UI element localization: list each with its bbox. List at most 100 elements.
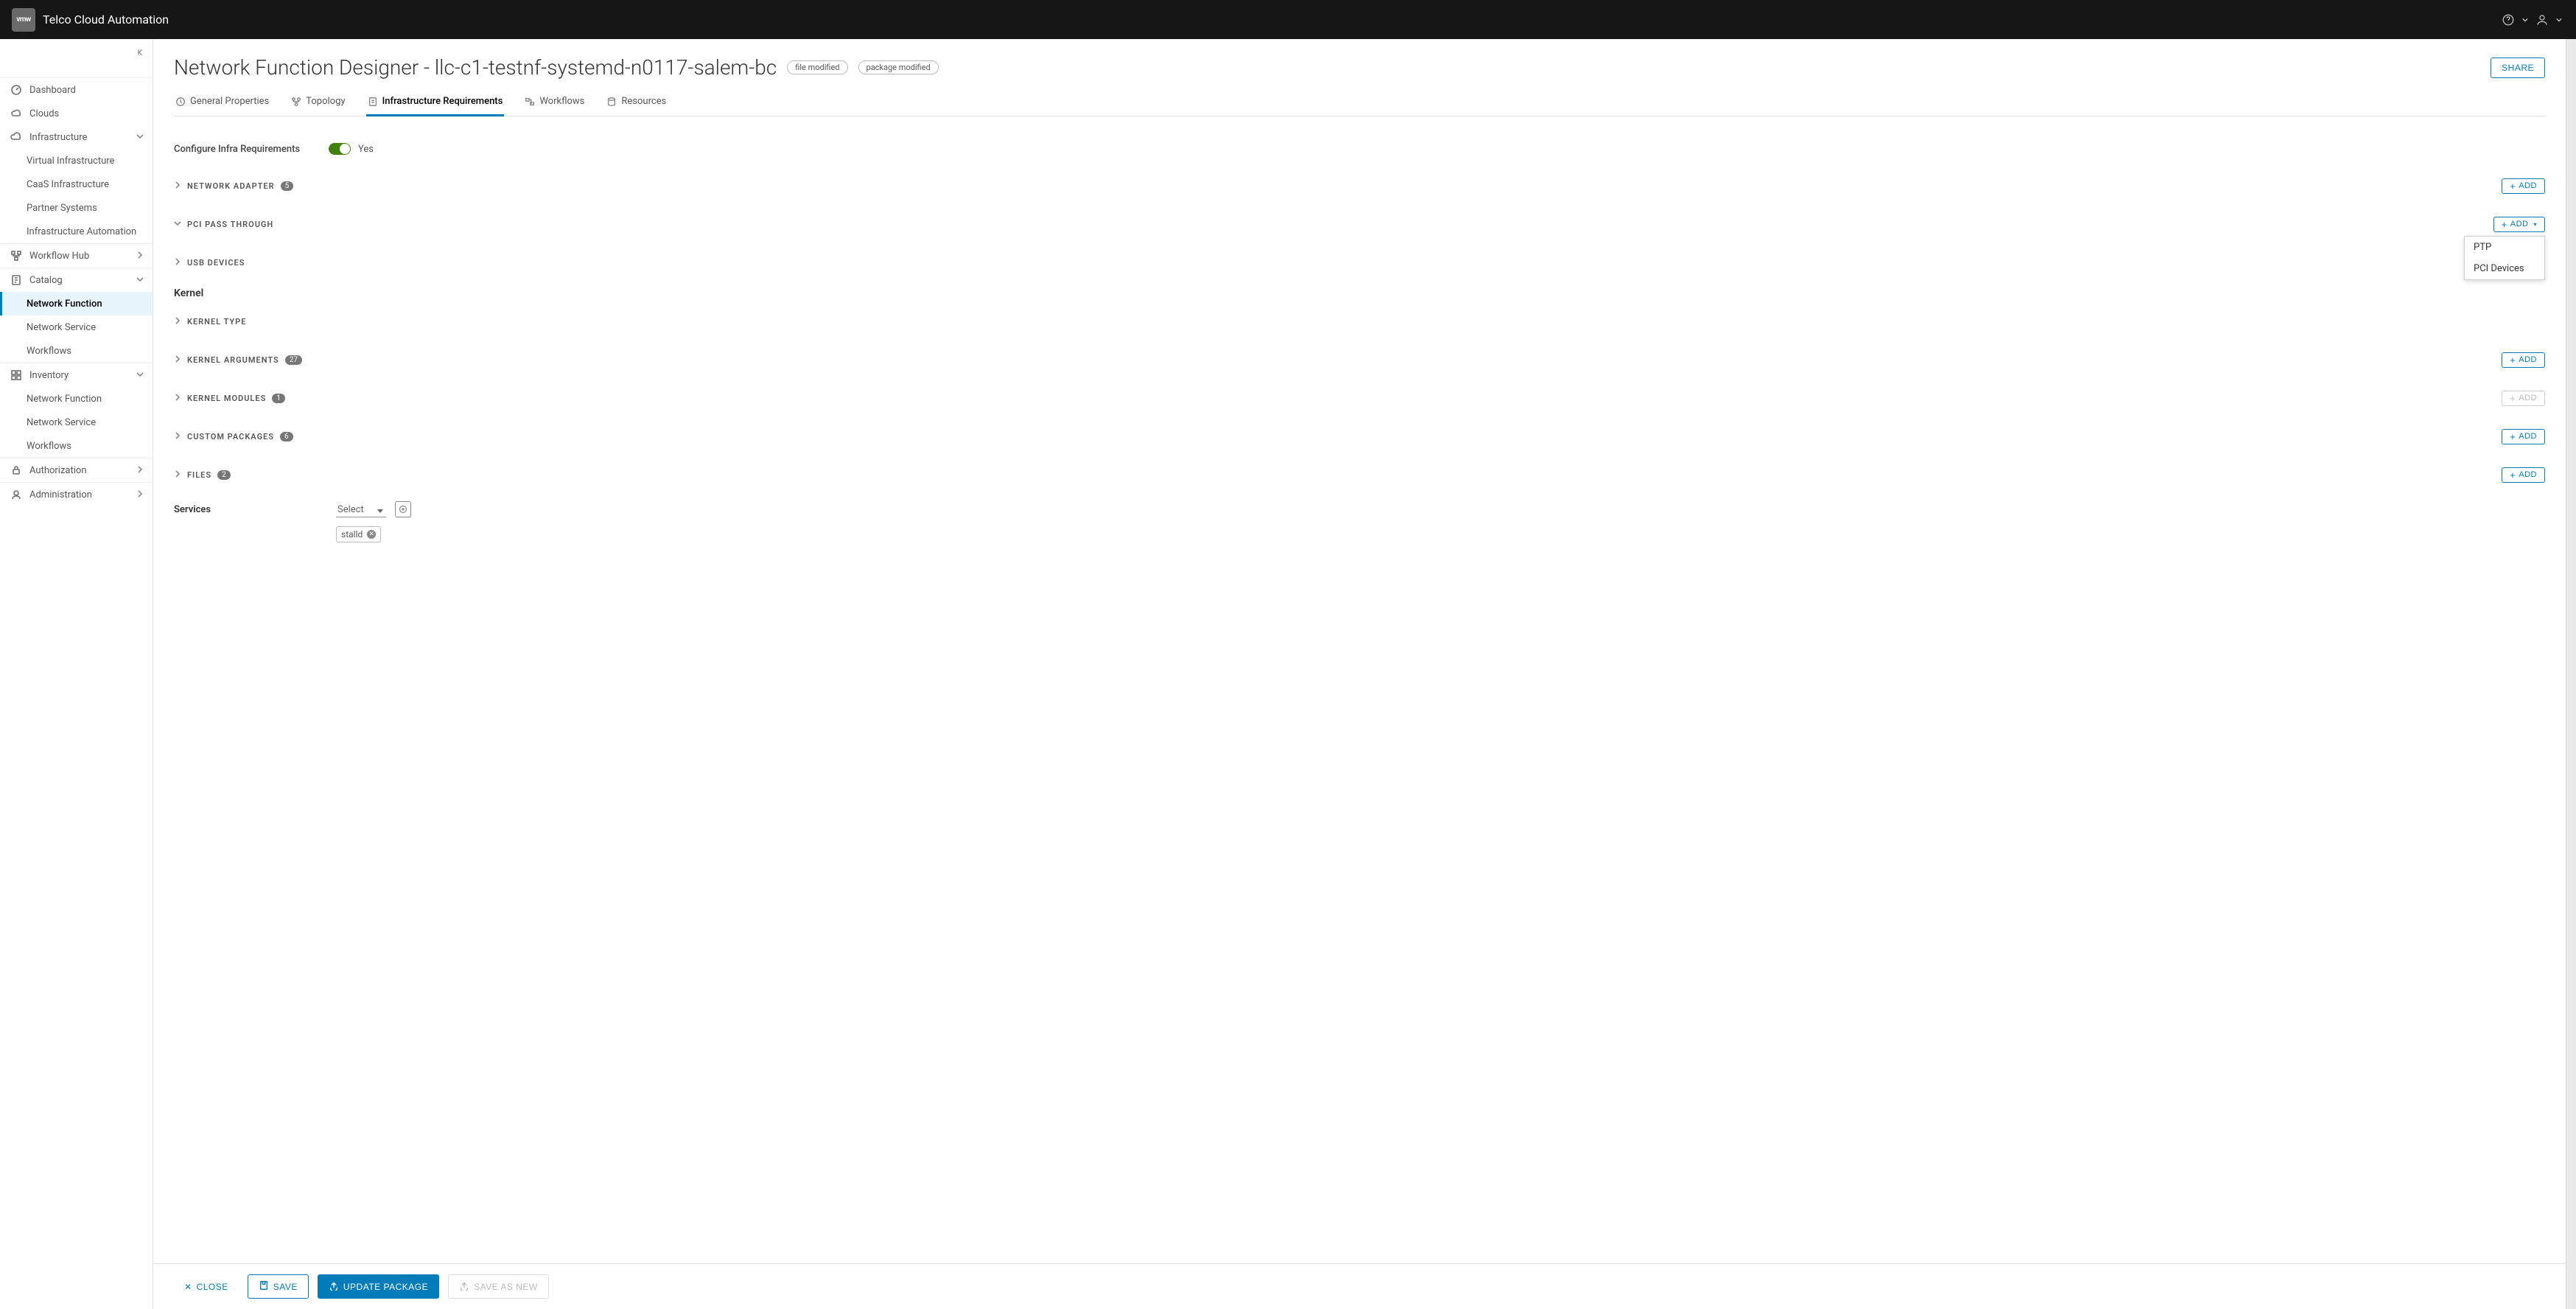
status-badge-package-modified: package modified <box>858 60 939 74</box>
add-button-label: ADD <box>2510 220 2529 228</box>
share-button[interactable]: SHARE <box>2491 57 2545 78</box>
plus-icon: + <box>2510 394 2516 403</box>
sidebar-group-workflow-hub[interactable]: Workflow Hub <box>0 244 153 268</box>
help-dropdown-icon[interactable] <box>2520 8 2530 32</box>
sidebar-item-clouds[interactable]: Clouds <box>0 102 153 125</box>
app-header: vmw Telco Cloud Automation <box>0 0 2576 39</box>
expand-icon[interactable] <box>174 181 181 192</box>
close-icon: ✕ <box>184 1282 192 1292</box>
sidebar-item-network-service[interactable]: Network Service <box>0 411 153 434</box>
update-package-button[interactable]: UPDATE PACKAGE <box>318 1274 439 1299</box>
expand-icon[interactable] <box>174 470 181 481</box>
chevron-icon <box>136 489 144 500</box>
section-usb_devices: USB DEVICESSilicom <box>174 243 2545 282</box>
sidebar-item-network-service[interactable]: Network Service <box>0 315 153 339</box>
configure-infra-label: Configure Infra Requirements <box>174 144 329 155</box>
sidebar-group-label: Authorization <box>29 465 87 476</box>
expand-icon[interactable] <box>174 257 181 268</box>
sidebar-item-label: CaaS Infrastructure <box>27 179 109 190</box>
kernel-heading: Kernel <box>174 287 2545 299</box>
expand-icon[interactable] <box>174 316 181 327</box>
close-button[interactable]: ✕ CLOSE <box>174 1274 239 1299</box>
add-button-pci_pass_through[interactable]: +ADD▾ <box>2493 217 2545 232</box>
sidebar-group-administration[interactable]: Administration <box>0 483 153 506</box>
expand-icon[interactable] <box>174 431 181 442</box>
configure-infra-toggle[interactable] <box>329 143 351 155</box>
save-as-new-button[interactable]: SAVE AS NEW <box>448 1274 549 1299</box>
status-badge-file-modified: file modified <box>787 60 847 74</box>
help-icon[interactable] <box>2496 8 2520 32</box>
plus-icon: + <box>2510 432 2516 441</box>
services-select[interactable]: Select <box>336 503 386 517</box>
sidebar-group-label: Catalog <box>29 275 63 286</box>
section-title: NETWORK ADAPTER <box>187 181 275 191</box>
sidebar-item-partner-systems[interactable]: Partner Systems <box>0 196 153 220</box>
section-title: CUSTOM PACKAGES <box>187 432 274 441</box>
sidebar-group-authorization[interactable]: Authorization <box>0 458 153 482</box>
tab-general-properties[interactable]: General Properties <box>174 90 270 116</box>
tab-label: General Properties <box>190 96 269 107</box>
section-title: FILES <box>187 470 211 480</box>
chip-remove-icon[interactable]: ✕ <box>367 530 376 539</box>
sidebar-item-label: Clouds <box>29 108 59 119</box>
add-dropdown-menu: PTPPCI Devices <box>2464 236 2545 280</box>
section-title: KERNEL ARGUMENTS <box>187 355 279 365</box>
sidebar-item-dashboard[interactable]: Dashboard <box>0 78 153 102</box>
sidebar-group-inventory[interactable]: Inventory <box>0 363 153 387</box>
user-dropdown-icon[interactable] <box>2554 8 2564 32</box>
sidebar-item-virtual-infrastructure[interactable]: Virtual Infrastructure <box>0 149 153 172</box>
tab-icon <box>525 97 535 107</box>
tab-icon <box>291 97 301 107</box>
sidebar-collapse-icon[interactable] <box>133 45 148 60</box>
group-icon <box>10 250 22 262</box>
add-button-files[interactable]: +ADD <box>2502 467 2545 483</box>
save-button[interactable]: SAVE <box>248 1274 309 1299</box>
sidebar-item-network-function[interactable]: Network Function <box>0 292 153 315</box>
services-add-button[interactable] <box>395 501 411 517</box>
tab-workflows[interactable]: Workflows <box>523 90 586 116</box>
add-button-network_adapter[interactable]: +ADD <box>2502 178 2545 194</box>
sidebar-item-label: Network Service <box>27 417 96 428</box>
expand-icon[interactable] <box>174 219 181 230</box>
expand-icon[interactable] <box>174 393 181 404</box>
add-button-kernel_arguments[interactable]: +ADD <box>2502 352 2545 368</box>
sidebar-group-infrastructure[interactable]: Infrastructure <box>0 125 153 149</box>
chip-label: stalld <box>341 529 363 540</box>
group-icon <box>10 489 22 500</box>
sidebar-item-caas-infrastructure[interactable]: CaaS Infrastructure <box>0 172 153 196</box>
tab-infrastructure-requirements[interactable]: Infrastructure Requirements <box>366 90 505 116</box>
sidebar-group-catalog[interactable]: Catalog <box>0 268 153 292</box>
sidebar-item-label: Network Function <box>27 394 102 405</box>
upload-icon <box>329 1280 339 1293</box>
tab-label: Resources <box>621 96 666 107</box>
page-title: Network Function Designer - llc-c1-testn… <box>174 55 777 80</box>
scrollbar[interactable] <box>2566 39 2576 1309</box>
tab-topology[interactable]: Topology <box>290 90 346 116</box>
dropdown-item-pci-devices[interactable]: PCI Devices <box>2465 258 2544 279</box>
sidebar-item-label: Dashboard <box>29 85 76 96</box>
dropdown-item-ptp[interactable]: PTP <box>2465 237 2544 258</box>
close-button-label: CLOSE <box>197 1282 228 1292</box>
sidebar-item-workflows[interactable]: Workflows <box>0 339 153 363</box>
count-badge: 1 <box>272 394 285 403</box>
count-badge: 27 <box>285 355 302 365</box>
tab-icon <box>606 97 617 107</box>
add-button-custom_packages[interactable]: +ADD <box>2502 429 2545 444</box>
sidebar-item-infrastructure-automation[interactable]: Infrastructure Automation <box>0 220 153 243</box>
sidebar-item-network-function[interactable]: Network Function <box>0 387 153 411</box>
section-title: PCI PASS THROUGH <box>187 220 273 229</box>
sidebar-item-workflows[interactable]: Workflows <box>0 434 153 458</box>
sidebar-item-label: Network Service <box>27 322 96 333</box>
expand-icon[interactable] <box>174 355 181 366</box>
chevron-icon <box>136 370 144 381</box>
section-network_adapter: NETWORK ADAPTER5+ADD <box>174 167 2545 205</box>
group-icon <box>10 369 22 381</box>
user-icon[interactable] <box>2530 8 2554 32</box>
sidebar-group-label: Administration <box>29 489 92 500</box>
chevron-down-icon: ▾ <box>2533 221 2537 228</box>
group-icon <box>10 274 22 286</box>
save-as-new-icon <box>459 1280 469 1293</box>
tab-resources[interactable]: Resources <box>605 90 668 116</box>
sidebar-item-label: Infrastructure Automation <box>27 226 136 237</box>
save-button-label: SAVE <box>273 1282 298 1292</box>
